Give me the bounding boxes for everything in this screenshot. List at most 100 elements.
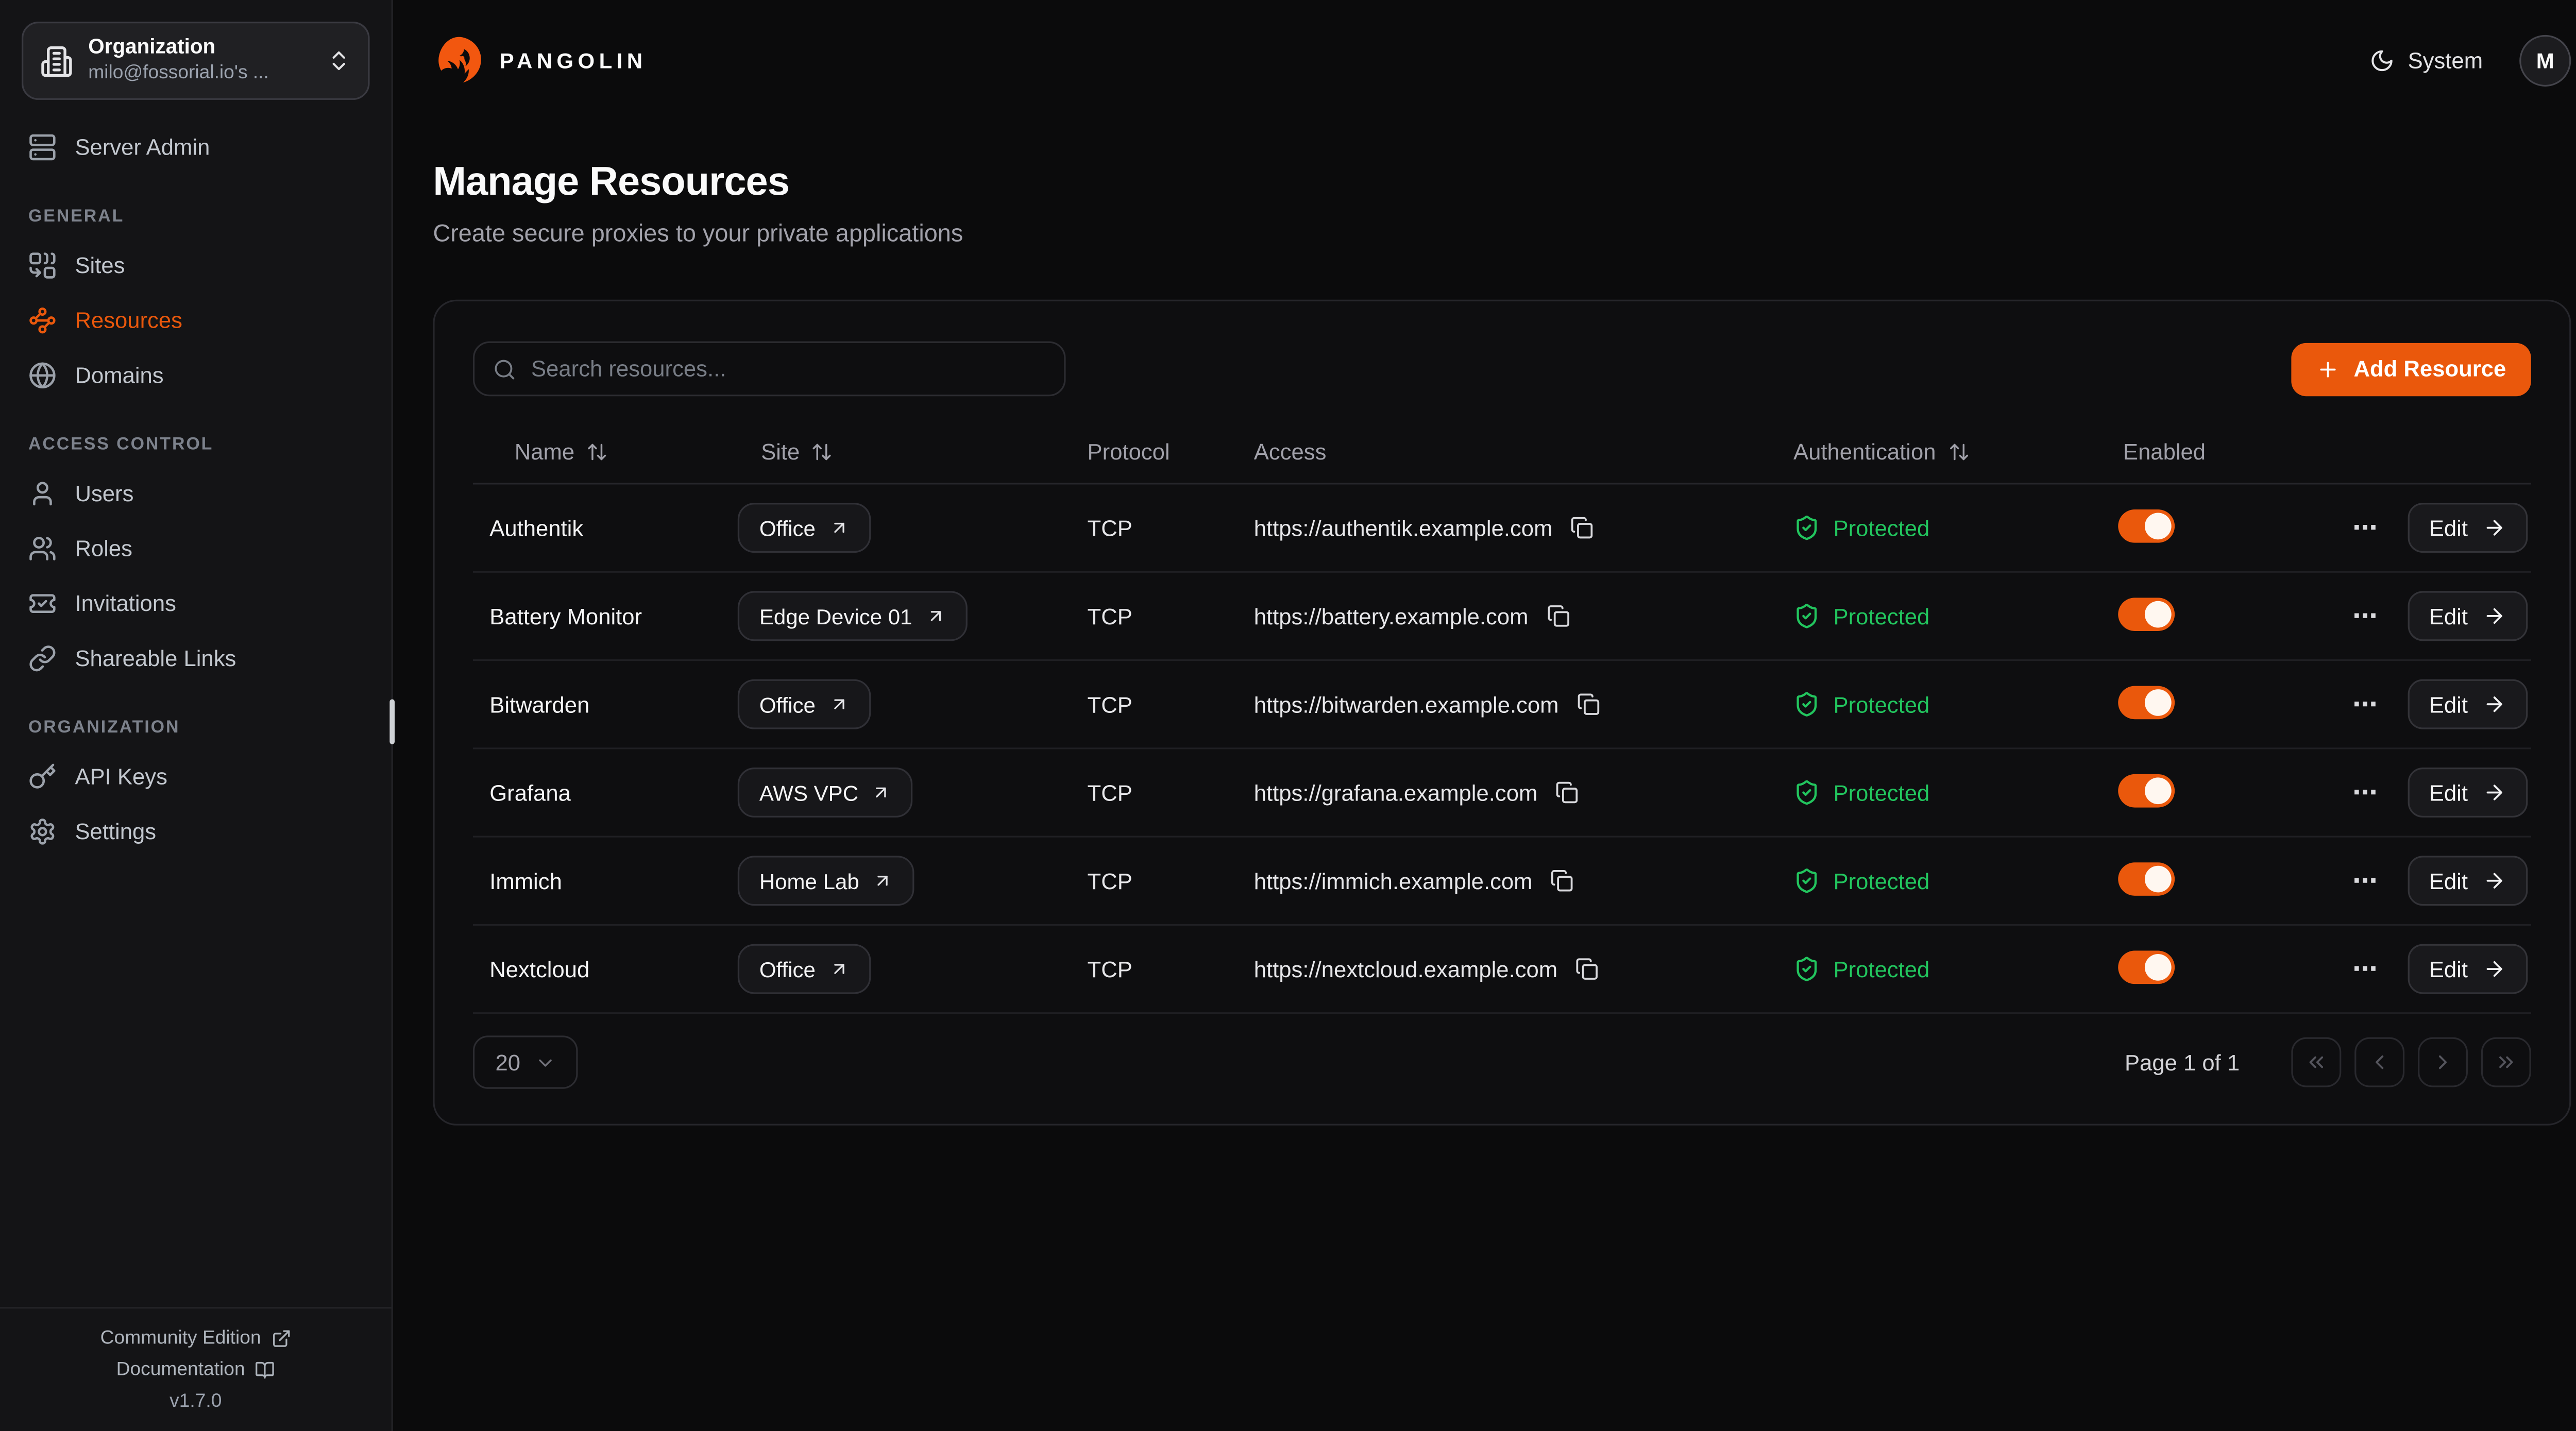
column-header-authentication[interactable]: Authentication [1793,439,2118,464]
arrow-right-icon [2483,604,2506,627]
site-cell: AWS VPC [738,768,1088,817]
copy-url-button[interactable] [1556,781,1579,804]
row-menu-button[interactable]: ⋯ [2352,604,2379,628]
search-icon [493,357,516,380]
chevrons-up-down-icon [326,48,351,73]
book-open-icon [255,1360,275,1381]
enabled-cell [2118,597,2346,635]
site-name: AWS VPC [759,780,858,805]
site-link-button[interactable]: Home Lab [738,856,914,906]
copy-icon [1547,604,1570,627]
page-size-select[interactable]: 20 [473,1035,578,1088]
access-url: https://immich.example.com [1254,868,1533,893]
access-cell: https://immich.example.com [1254,868,1793,893]
theme-toggle-button[interactable]: System [2369,47,2483,72]
sidebar-item-sites[interactable]: Sites [22,238,370,293]
copy-url-button[interactable] [1571,516,1594,539]
shield-check-icon [1793,691,1820,718]
server-icon [28,133,57,162]
org-label: Organization [88,36,311,62]
org-selector-text: Organization milo@fossorial.io's ... [88,36,311,87]
next-page-button[interactable] [2418,1037,2468,1087]
brand-name: PANGOLIN [500,47,647,72]
first-page-button[interactable] [2291,1037,2341,1087]
community-edition-link[interactable]: Community Edition [100,1328,291,1349]
arrow-up-right-icon [873,871,893,891]
copy-url-button[interactable] [1577,693,1600,716]
sidebar-item-api-keys[interactable]: API Keys [22,749,370,804]
search-input[interactable] [531,356,1046,381]
site-cell: Office [738,944,1088,994]
site-link-button[interactable]: Office [738,679,871,729]
row-menu-button[interactable]: ⋯ [2352,957,2379,981]
copy-url-button[interactable] [1547,604,1570,627]
table-row: Immich Home Lab TCP https://immich.examp… [473,838,2531,926]
access-url: https://grafana.example.com [1254,780,1538,805]
site-link-button[interactable]: AWS VPC [738,768,913,817]
edit-button[interactable]: Edit [2408,679,2528,729]
enabled-toggle[interactable] [2118,950,2175,983]
site-link-button[interactable]: Office [738,503,871,553]
copy-icon [1556,781,1579,804]
site-name: Home Lab [759,868,859,893]
row-menu-button[interactable]: ⋯ [2352,780,2379,805]
sidebar-item-roles[interactable]: Roles [22,521,370,576]
sidebar-item-label: Server Admin [75,135,210,160]
org-value: milo@fossorial.io's ... [88,61,311,86]
site-link-button[interactable]: Edge Device 01 [738,591,967,641]
sidebar-item-shareable-links[interactable]: Shareable Links [22,631,370,686]
shield-check-icon [1793,779,1820,806]
sidebar-resize-handle[interactable] [389,699,395,744]
row-menu-button[interactable]: ⋯ [2352,868,2379,893]
edit-button[interactable]: Edit [2408,856,2528,906]
site-link-button[interactable]: Office [738,944,871,994]
previous-page-button[interactable] [2354,1037,2404,1087]
avatar[interactable]: M [2519,34,2571,86]
sidebar-item-invitations[interactable]: Invitations [22,576,370,631]
site-name: Office [759,957,816,981]
edit-button[interactable]: Edit [2408,591,2528,641]
enabled-toggle[interactable] [2118,597,2175,631]
table-body: Authentik Office TCP https://authentik.e… [473,485,2531,1014]
enabled-toggle[interactable] [2118,685,2175,719]
edit-button[interactable]: Edit [2408,768,2528,817]
search-box [473,342,1066,397]
sidebar-item-users[interactable]: Users [22,466,370,521]
sidebar-item-settings[interactable]: Settings [22,804,370,859]
authentication-label: Protected [1834,780,1930,805]
enabled-toggle[interactable] [2118,773,2175,807]
add-resource-button[interactable]: Add Resource [2292,342,2531,395]
protocol: TCP [1088,515,1254,540]
column-header-site[interactable]: Site [738,439,1088,464]
sidebar-heading-access-control: ACCESS CONTROL [28,435,370,455]
row-menu-button[interactable]: ⋯ [2352,515,2379,540]
column-header-name[interactable]: Name [473,439,738,464]
org-selector[interactable]: Organization milo@fossorial.io's ... [22,22,370,100]
documentation-link[interactable]: Documentation [116,1360,275,1381]
enabled-toggle[interactable] [2118,862,2175,895]
edit-label: Edit [2429,957,2468,981]
authentication-status: Protected [1793,956,2118,982]
sidebar-item-label: Resources [75,308,182,333]
sidebar-nav: Server Admin GENERAL Sites Resources Dom… [0,110,392,1307]
gear-icon [28,817,57,846]
authentication-status: Protected [1793,691,2118,718]
documentation-label: Documentation [116,1360,245,1381]
chevron-left-icon [2368,1050,2391,1074]
enabled-toggle[interactable] [2118,508,2175,542]
sort-icon [586,441,608,463]
authentication-status: Protected [1793,867,2118,894]
last-page-button[interactable] [2481,1037,2531,1087]
resources-card: Add Resource Name Site Protocol Access [433,300,2571,1126]
sidebar-item-domains[interactable]: Domains [22,348,370,403]
arrow-up-right-icon [829,694,849,714]
sidebar-item-resources[interactable]: Resources [22,293,370,348]
row-menu-button[interactable]: ⋯ [2352,692,2379,717]
copy-url-button[interactable] [1576,957,1599,980]
edit-button[interactable]: Edit [2408,503,2528,553]
edit-button[interactable]: Edit [2408,944,2528,994]
arrow-up-right-icon [872,782,892,803]
sidebar-item-label: Settings [75,819,156,844]
copy-url-button[interactable] [1551,869,1574,892]
sidebar-item-server-admin[interactable]: Server Admin [22,120,370,175]
